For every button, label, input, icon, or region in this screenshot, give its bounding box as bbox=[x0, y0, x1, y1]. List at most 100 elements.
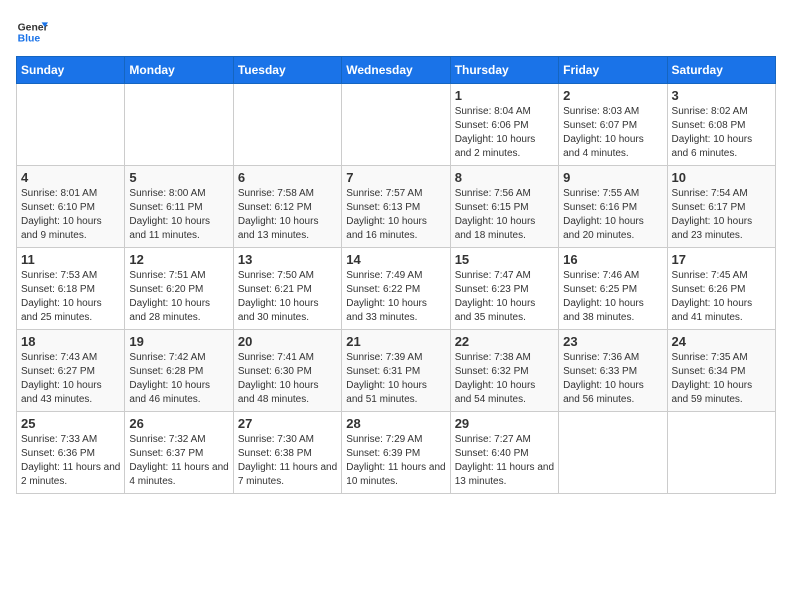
logo: General Blue bbox=[16, 16, 48, 48]
day-info: Sunrise: 7:41 AM Sunset: 6:30 PM Dayligh… bbox=[238, 351, 337, 407]
weekday-header-thursday: Thursday bbox=[450, 57, 558, 84]
day-number: 13 bbox=[238, 252, 337, 267]
day-info: Sunrise: 7:29 AM Sunset: 6:39 PM Dayligh… bbox=[346, 433, 445, 489]
day-info: Sunrise: 8:03 AM Sunset: 6:07 PM Dayligh… bbox=[563, 105, 662, 161]
day-number: 23 bbox=[563, 334, 662, 349]
week-row-1: 1Sunrise: 8:04 AM Sunset: 6:06 PM Daylig… bbox=[17, 84, 776, 166]
calendar-cell: 7 Sunrise: 7:57 AM Sunset: 6:13 PM Daylig… bbox=[342, 166, 450, 248]
calendar-cell: 23 Sunrise: 7:36 AM Sunset: 6:33 PM Dayli… bbox=[559, 330, 667, 412]
calendar-cell: 1Sunrise: 8:04 AM Sunset: 6:06 PM Daylig… bbox=[450, 84, 558, 166]
week-row-3: 11Sunrise: 7:53 AM Sunset: 6:18 PM Dayli… bbox=[17, 248, 776, 330]
calendar-cell: 10 Sunrise: 7:54 AM Sunset: 6:17 PM Dayli… bbox=[667, 166, 775, 248]
day-number: 9 bbox=[563, 170, 662, 185]
day-info: Sunrise: 7:33 AM Sunset: 6:36 PM Dayligh… bbox=[21, 433, 120, 489]
svg-text:Blue: Blue bbox=[18, 34, 41, 45]
day-number: 15 bbox=[455, 252, 554, 267]
day-number: 22 bbox=[455, 334, 554, 349]
day-info: Sunrise: 7:57 AM Sunset: 6:13 PM Dayligh… bbox=[346, 187, 445, 243]
day-number: 25 bbox=[21, 416, 120, 431]
weekday-header-saturday: Saturday bbox=[667, 57, 775, 84]
logo-icon: General Blue bbox=[16, 16, 48, 48]
day-info: Sunrise: 7:46 AM Sunset: 6:25 PM Dayligh… bbox=[563, 269, 662, 325]
calendar-cell: 16 Sunrise: 7:46 AM Sunset: 6:25 PM Dayli… bbox=[559, 248, 667, 330]
day-info: Sunrise: 7:27 AM Sunset: 6:40 PM Dayligh… bbox=[455, 433, 554, 489]
day-number: 29 bbox=[455, 416, 554, 431]
calendar-cell: 29 Sunrise: 7:27 AM Sunset: 6:40 PM Dayli… bbox=[450, 412, 558, 494]
day-number: 3 bbox=[672, 88, 771, 103]
day-info: Sunrise: 8:00 AM Sunset: 6:11 PM Dayligh… bbox=[129, 187, 228, 243]
weekday-header-monday: Monday bbox=[125, 57, 233, 84]
calendar-cell: 8 Sunrise: 7:56 AM Sunset: 6:15 PM Daylig… bbox=[450, 166, 558, 248]
calendar-cell: 9Sunrise: 7:55 AM Sunset: 6:16 PM Daylig… bbox=[559, 166, 667, 248]
day-info: Sunrise: 7:39 AM Sunset: 6:31 PM Dayligh… bbox=[346, 351, 445, 407]
calendar-cell: 19 Sunrise: 7:42 AM Sunset: 6:28 PM Dayli… bbox=[125, 330, 233, 412]
weekday-header-wednesday: Wednesday bbox=[342, 57, 450, 84]
calendar-cell: 21 Sunrise: 7:39 AM Sunset: 6:31 PM Dayli… bbox=[342, 330, 450, 412]
day-number: 4 bbox=[21, 170, 120, 185]
day-number: 24 bbox=[672, 334, 771, 349]
calendar-cell: 15Sunrise: 7:47 AM Sunset: 6:23 PM Dayli… bbox=[450, 248, 558, 330]
calendar-cell: 24 Sunrise: 7:35 AM Sunset: 6:34 PM Dayli… bbox=[667, 330, 775, 412]
day-number: 2 bbox=[563, 88, 662, 103]
day-info: Sunrise: 7:30 AM Sunset: 6:38 PM Dayligh… bbox=[238, 433, 337, 489]
day-number: 20 bbox=[238, 334, 337, 349]
day-info: Sunrise: 7:56 AM Sunset: 6:15 PM Dayligh… bbox=[455, 187, 554, 243]
day-number: 10 bbox=[672, 170, 771, 185]
calendar-cell bbox=[233, 84, 341, 166]
day-number: 6 bbox=[238, 170, 337, 185]
calendar-cell bbox=[342, 84, 450, 166]
calendar-cell: 25 Sunrise: 7:33 AM Sunset: 6:36 PM Dayli… bbox=[17, 412, 125, 494]
calendar-cell bbox=[667, 412, 775, 494]
calendar-cell: 6 Sunrise: 7:58 AM Sunset: 6:12 PM Daylig… bbox=[233, 166, 341, 248]
day-number: 5 bbox=[129, 170, 228, 185]
day-number: 26 bbox=[129, 416, 228, 431]
calendar-cell: 12Sunrise: 7:51 AM Sunset: 6:20 PM Dayli… bbox=[125, 248, 233, 330]
calendar-cell: 28 Sunrise: 7:29 AM Sunset: 6:39 PM Dayli… bbox=[342, 412, 450, 494]
week-row-5: 25 Sunrise: 7:33 AM Sunset: 6:36 PM Dayli… bbox=[17, 412, 776, 494]
calendar-cell: 11Sunrise: 7:53 AM Sunset: 6:18 PM Dayli… bbox=[17, 248, 125, 330]
calendar-table: SundayMondayTuesdayWednesdayThursdayFrid… bbox=[16, 56, 776, 494]
day-number: 27 bbox=[238, 416, 337, 431]
day-number: 28 bbox=[346, 416, 445, 431]
day-info: Sunrise: 7:45 AM Sunset: 6:26 PM Dayligh… bbox=[672, 269, 771, 325]
day-info: Sunrise: 7:42 AM Sunset: 6:28 PM Dayligh… bbox=[129, 351, 228, 407]
day-info: Sunrise: 7:32 AM Sunset: 6:37 PM Dayligh… bbox=[129, 433, 228, 489]
day-info: Sunrise: 8:01 AM Sunset: 6:10 PM Dayligh… bbox=[21, 187, 120, 243]
week-row-2: 4 Sunrise: 8:01 AM Sunset: 6:10 PM Daylig… bbox=[17, 166, 776, 248]
calendar-cell: 20 Sunrise: 7:41 AM Sunset: 6:30 PM Dayli… bbox=[233, 330, 341, 412]
calendar-cell: 18Sunrise: 7:43 AM Sunset: 6:27 PM Dayli… bbox=[17, 330, 125, 412]
calendar-cell: 3Sunrise: 8:02 AM Sunset: 6:08 PM Daylig… bbox=[667, 84, 775, 166]
weekday-header-sunday: Sunday bbox=[17, 57, 125, 84]
weekday-header-friday: Friday bbox=[559, 57, 667, 84]
day-info: Sunrise: 7:50 AM Sunset: 6:21 PM Dayligh… bbox=[238, 269, 337, 325]
day-number: 21 bbox=[346, 334, 445, 349]
day-number: 7 bbox=[346, 170, 445, 185]
calendar-cell: 2 Sunrise: 8:03 AM Sunset: 6:07 PM Daylig… bbox=[559, 84, 667, 166]
day-info: Sunrise: 7:58 AM Sunset: 6:12 PM Dayligh… bbox=[238, 187, 337, 243]
day-number: 8 bbox=[455, 170, 554, 185]
header: General Blue bbox=[16, 16, 776, 48]
day-number: 16 bbox=[563, 252, 662, 267]
calendar-cell: 4 Sunrise: 8:01 AM Sunset: 6:10 PM Daylig… bbox=[17, 166, 125, 248]
day-info: Sunrise: 7:35 AM Sunset: 6:34 PM Dayligh… bbox=[672, 351, 771, 407]
day-number: 12 bbox=[129, 252, 228, 267]
week-row-4: 18Sunrise: 7:43 AM Sunset: 6:27 PM Dayli… bbox=[17, 330, 776, 412]
day-number: 18 bbox=[21, 334, 120, 349]
calendar-cell: 5 Sunrise: 8:00 AM Sunset: 6:11 PM Daylig… bbox=[125, 166, 233, 248]
calendar-cell: 17 Sunrise: 7:45 AM Sunset: 6:26 PM Dayli… bbox=[667, 248, 775, 330]
calendar-cell: 26 Sunrise: 7:32 AM Sunset: 6:37 PM Dayli… bbox=[125, 412, 233, 494]
day-number: 17 bbox=[672, 252, 771, 267]
day-info: Sunrise: 7:38 AM Sunset: 6:32 PM Dayligh… bbox=[455, 351, 554, 407]
calendar-cell: 13 Sunrise: 7:50 AM Sunset: 6:21 PM Dayli… bbox=[233, 248, 341, 330]
calendar-cell bbox=[17, 84, 125, 166]
calendar-cell: 27 Sunrise: 7:30 AM Sunset: 6:38 PM Dayli… bbox=[233, 412, 341, 494]
calendar-cell bbox=[559, 412, 667, 494]
day-info: Sunrise: 7:49 AM Sunset: 6:22 PM Dayligh… bbox=[346, 269, 445, 325]
day-info: Sunrise: 7:54 AM Sunset: 6:17 PM Dayligh… bbox=[672, 187, 771, 243]
day-number: 19 bbox=[129, 334, 228, 349]
day-number: 11 bbox=[21, 252, 120, 267]
day-info: Sunrise: 8:04 AM Sunset: 6:06 PM Dayligh… bbox=[455, 105, 554, 161]
weekday-header-tuesday: Tuesday bbox=[233, 57, 341, 84]
calendar-cell bbox=[125, 84, 233, 166]
day-info: Sunrise: 7:36 AM Sunset: 6:33 PM Dayligh… bbox=[563, 351, 662, 407]
